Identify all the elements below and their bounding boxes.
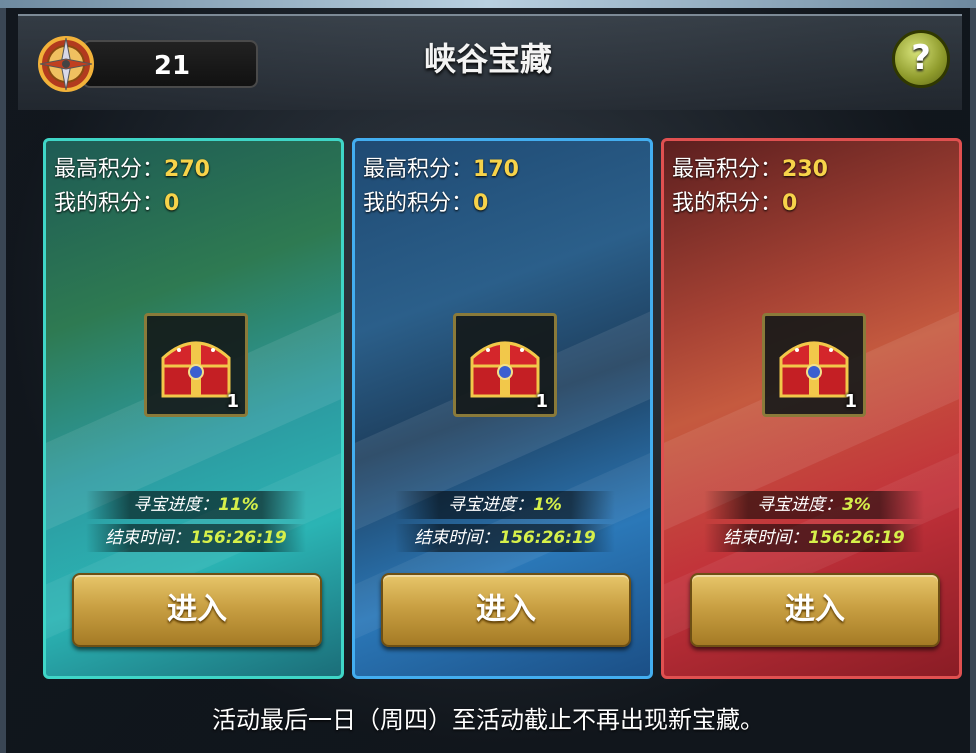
progress-text: 寻宝进度：11% [86,491,306,519]
end-time-value: 156:26:19 [808,528,905,548]
my-score-label: 我的积分： [363,191,474,216]
high-score-line: 最高积分：270 [54,151,210,183]
end-time-label: 结束时间： [723,528,809,548]
my-score-line: 我的积分：0 [363,185,488,217]
progress-label: 寻宝进度： [133,495,219,515]
high-score-label: 最高积分： [363,157,474,182]
end-time-text: 结束时间：156:26:19 [86,524,306,552]
treasure-chest-icon [161,341,231,398]
end-time-label: 结束时间： [105,528,191,548]
my-score-value: 0 [473,191,489,216]
my-score-label: 我的积分： [672,191,783,216]
page-title: 峡谷宝藏 [423,40,552,78]
my-score-value: 0 [782,191,798,216]
enter-button[interactable]: 进入 [381,573,631,647]
progress-bar: 寻宝进度：1% [395,491,615,519]
progress-text: 寻宝进度：3% [704,491,924,519]
enter-button[interactable]: 进入 [72,573,322,647]
my-score-value: 0 [164,191,180,216]
currency-box: 21 [82,40,258,88]
treasure-chest-icon [779,341,849,398]
high-score-line: 最高积分：230 [672,151,828,183]
reward-slot[interactable]: 1 [453,313,557,417]
progress-value: 3% [842,495,871,515]
treasure-card-red: 最高积分：230 我的积分：0 1 寻宝进度：3% 结束时间：156:26:19… [661,138,962,679]
treasure-card-blue: 最高积分：170 我的积分：0 1 寻宝进度：1% 结束时间：156:26:19… [352,138,653,679]
end-time-bar: 结束时间：156:26:19 [704,524,924,552]
high-score-value: 170 [473,157,519,182]
currency-value: 21 [153,51,191,81]
reward-count: 1 [226,391,239,412]
my-score-line: 我的积分：0 [672,185,797,217]
compass-icon [38,36,94,92]
progress-label: 寻宝进度： [448,495,534,515]
progress-bar: 寻宝进度：11% [86,491,306,519]
end-time-text: 结束时间：156:26:19 [704,524,924,552]
progress-bar: 寻宝进度：3% [704,491,924,519]
end-time-bar: 结束时间：156:26:19 [395,524,615,552]
progress-label: 寻宝进度： [757,495,843,515]
progress-text: 寻宝进度：1% [395,491,615,519]
high-score-label: 最高积分： [672,157,783,182]
end-time-text: 结束时间：156:26:19 [395,524,615,552]
top-strip [0,0,976,8]
enter-button[interactable]: 进入 [690,573,940,647]
treasure-chest-icon [470,341,540,398]
progress-value: 11% [218,495,259,515]
end-time-label: 结束时间： [414,528,500,548]
reward-count: 1 [535,391,548,412]
treasure-card-green: 最高积分：270 我的积分：0 1 寻宝进度：11% 结束时间：156:26:1… [43,138,344,679]
my-score-label: 我的积分： [54,191,165,216]
end-time-value: 156:26:19 [499,528,596,548]
high-score-label: 最高积分： [54,157,165,182]
high-score-value: 270 [164,157,210,182]
progress-value: 1% [533,495,562,515]
high-score-value: 230 [782,157,828,182]
reward-slot[interactable]: 1 [144,313,248,417]
high-score-line: 最高积分：170 [363,151,519,183]
footer-notice: 活动最后一日（周四）至活动截止不再出现新宝藏。 [212,706,764,734]
reward-count: 1 [844,391,857,412]
end-time-bar: 结束时间：156:26:19 [86,524,306,552]
reward-slot[interactable]: 1 [762,313,866,417]
help-button[interactable]: ? [892,30,950,88]
end-time-value: 156:26:19 [190,528,287,548]
my-score-line: 我的积分：0 [54,185,179,217]
